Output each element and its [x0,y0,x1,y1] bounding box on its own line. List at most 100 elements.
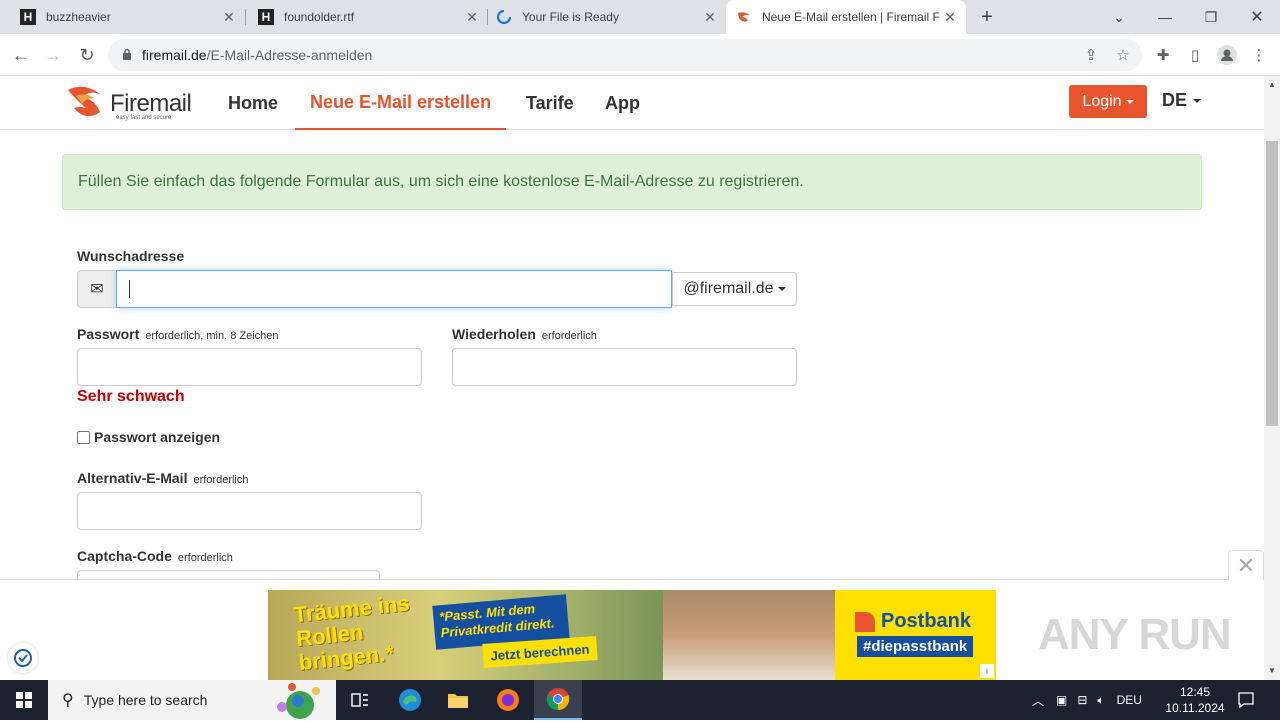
notification-center-icon[interactable] [1234,688,1258,712]
browser-tab[interactable]: Your File is Ready ✕ [476,0,726,34]
browser-tab-active[interactable]: Neue E-Mail erstellen | Firemail F ✕ [726,0,966,34]
alt-email-hint: erforderlich [193,474,249,486]
menu-kebab-icon[interactable]: ⋮ [1244,40,1274,70]
login-label: Login [1082,92,1122,110]
chrome-icon[interactable] [534,680,582,720]
nav-home[interactable]: Home [228,76,278,130]
privacy-shield-icon[interactable] [8,643,38,673]
ad-headline: Träume ins Rollen bringen.* [292,590,411,676]
text-cursor [129,280,130,298]
network-icon[interactable]: ⊟ [1077,693,1087,707]
firemail-icon [736,9,752,25]
tab-search-chevron-icon[interactable]: ⌄ [1096,0,1142,34]
h-logo-icon: H [258,9,274,25]
ad-brand-panel: Postbank #diepasstbank [835,590,996,680]
browser-tab[interactable]: H buzzheavier ✕ [0,0,245,34]
bookmark-star-icon[interactable]: ☆ [1108,40,1138,70]
firemail-logo[interactable]: Firemail easy fast and secure [66,82,192,126]
minimize-icon[interactable]: — [1142,0,1188,34]
domain-select[interactable]: @firemail.de [672,272,797,306]
domain-value: @firemail.de [683,280,774,297]
anyrun-watermark: ANY RUN [1038,610,1232,659]
captcha-label: Captcha-Code erforderlich [77,548,233,564]
loading-spinner-icon [496,9,512,25]
windows-start-icon[interactable] [0,680,48,720]
browser-toolbar: ← → ↻ firemail.de/E-Mail-Adresse-anmelde… [0,34,1280,76]
scroll-down-arrow-icon[interactable]: ▼ [1268,666,1276,675]
forward-arrow-icon[interactable]: → [38,40,68,70]
tab-title: Your File is Ready [522,10,619,24]
ad-info-icon[interactable]: i [980,664,994,678]
extensions-puzzle-icon[interactable]: ✚ [1148,40,1178,70]
browser-tab-strip: H buzzheavier ✕ H foundolder.rtf ✕ Your … [0,0,1280,34]
url-path: /E-Mail-Adresse-anmelden [206,47,373,63]
repeat-password-input[interactable] [452,348,797,386]
system-tray: ︿ ▣ ⊟ 🔈︎ DEU [1032,680,1142,720]
envelope-icon: ✉ [77,270,117,308]
language-selector[interactable]: DE [1162,90,1202,111]
show-password-toggle[interactable]: Passwort anzeigen [77,429,220,445]
show-password-label: Passwort anzeigen [94,429,221,445]
tab-close-icon[interactable]: ✕ [942,9,958,26]
reload-icon[interactable]: ↻ [72,40,102,70]
scroll-thumb[interactable] [1266,141,1278,426]
logo-wordmark: Firemail [110,90,192,117]
tab-title: buzzheavier [46,10,111,24]
back-arrow-icon[interactable]: ← [6,40,36,70]
password-hint: erforderlich, min. 8 Zeichen [145,330,279,342]
scroll-up-arrow-icon[interactable]: ▲ [1268,80,1276,89]
firefox-icon[interactable] [484,680,532,720]
password-input[interactable] [77,348,422,386]
search-icon: ⚲ [62,692,74,709]
postbank-ad-banner[interactable]: Träume ins Rollen bringen.* *Passt. Mit … [268,590,996,680]
meet-now-icon[interactable]: ▣ [1056,693,1067,707]
address-label: Wunschadresse [77,248,185,264]
language-label: DE [1162,90,1188,110]
file-explorer-icon[interactable] [434,680,482,720]
lock-icon[interactable] [122,47,132,63]
clock-date: 10.11.2024 [1165,701,1225,715]
desired-address-input[interactable] [116,270,672,308]
tab-title: Neue E-Mail erstellen | Firemail F [762,10,940,24]
alert-text: Füllen Sie einfach das folgende Formular… [78,173,804,190]
taskbar-clock[interactable]: 12:45 10.11.2024 [1160,684,1230,716]
input-language[interactable]: DEU [1117,693,1142,707]
tray-chevron-up-icon[interactable]: ︿ [1032,692,1044,709]
tab-close-icon[interactable]: ✕ [221,9,237,26]
ad-close-icon[interactable]: ✕ [1228,550,1264,580]
close-window-icon[interactable]: ✕ [1234,0,1280,34]
taskbar-search[interactable]: ⚲ Type here to search [48,680,336,720]
caret-down-icon [777,287,786,291]
profile-avatar-icon[interactable] [1212,40,1242,70]
tab-close-icon[interactable]: ✕ [702,9,718,26]
side-panel-icon[interactable]: ▯ [1180,40,1210,70]
logo-tagline: easy fast and secure [116,115,172,121]
show-password-checkbox[interactable] [77,430,90,444]
repeat-hint: erforderlich [541,330,597,342]
postbank-logo: Postbank [855,610,971,633]
alt-email-label: Alternativ-E-Mail erforderlich [77,470,249,486]
new-tab-plus-icon[interactable]: + [964,0,1010,34]
taskbar-search-placeholder: Type here to search [83,692,208,708]
nav-app[interactable]: App [605,76,640,130]
alt-email-input[interactable] [77,492,422,530]
volume-icon[interactable]: 🔈︎ [1097,693,1104,708]
nav-neue-email[interactable]: Neue E-Mail erstellen [295,76,507,130]
edge-browser-icon[interactable] [386,680,434,720]
share-icon[interactable]: ⇪ [1076,40,1106,70]
restore-icon[interactable]: ❐ [1188,0,1234,34]
nav-tarife[interactable]: Tarife [526,76,574,130]
site-header: Firemail easy fast and secure Home Neue … [0,76,1264,130]
browser-tab[interactable]: H foundolder.rtf ✕ [238,0,488,34]
postbank-mark-icon [855,611,875,632]
captcha-hint: erforderlich [177,552,233,564]
login-button[interactable]: Login [1069,85,1147,118]
password-strength: Sehr schwach [77,388,185,405]
task-view-icon[interactable] [336,680,384,720]
repeat-password-label: Wiederholen erforderlich [452,326,597,342]
clock-time: 12:45 [1179,685,1211,699]
firemail-phoenix-icon [68,86,100,117]
address-bar[interactable]: firemail.de/E-Mail-Adresse-anmelden [108,39,1142,71]
caret-down-icon [1193,99,1202,104]
page-scrollbar[interactable]: ▲ ▼ [1264,76,1280,680]
